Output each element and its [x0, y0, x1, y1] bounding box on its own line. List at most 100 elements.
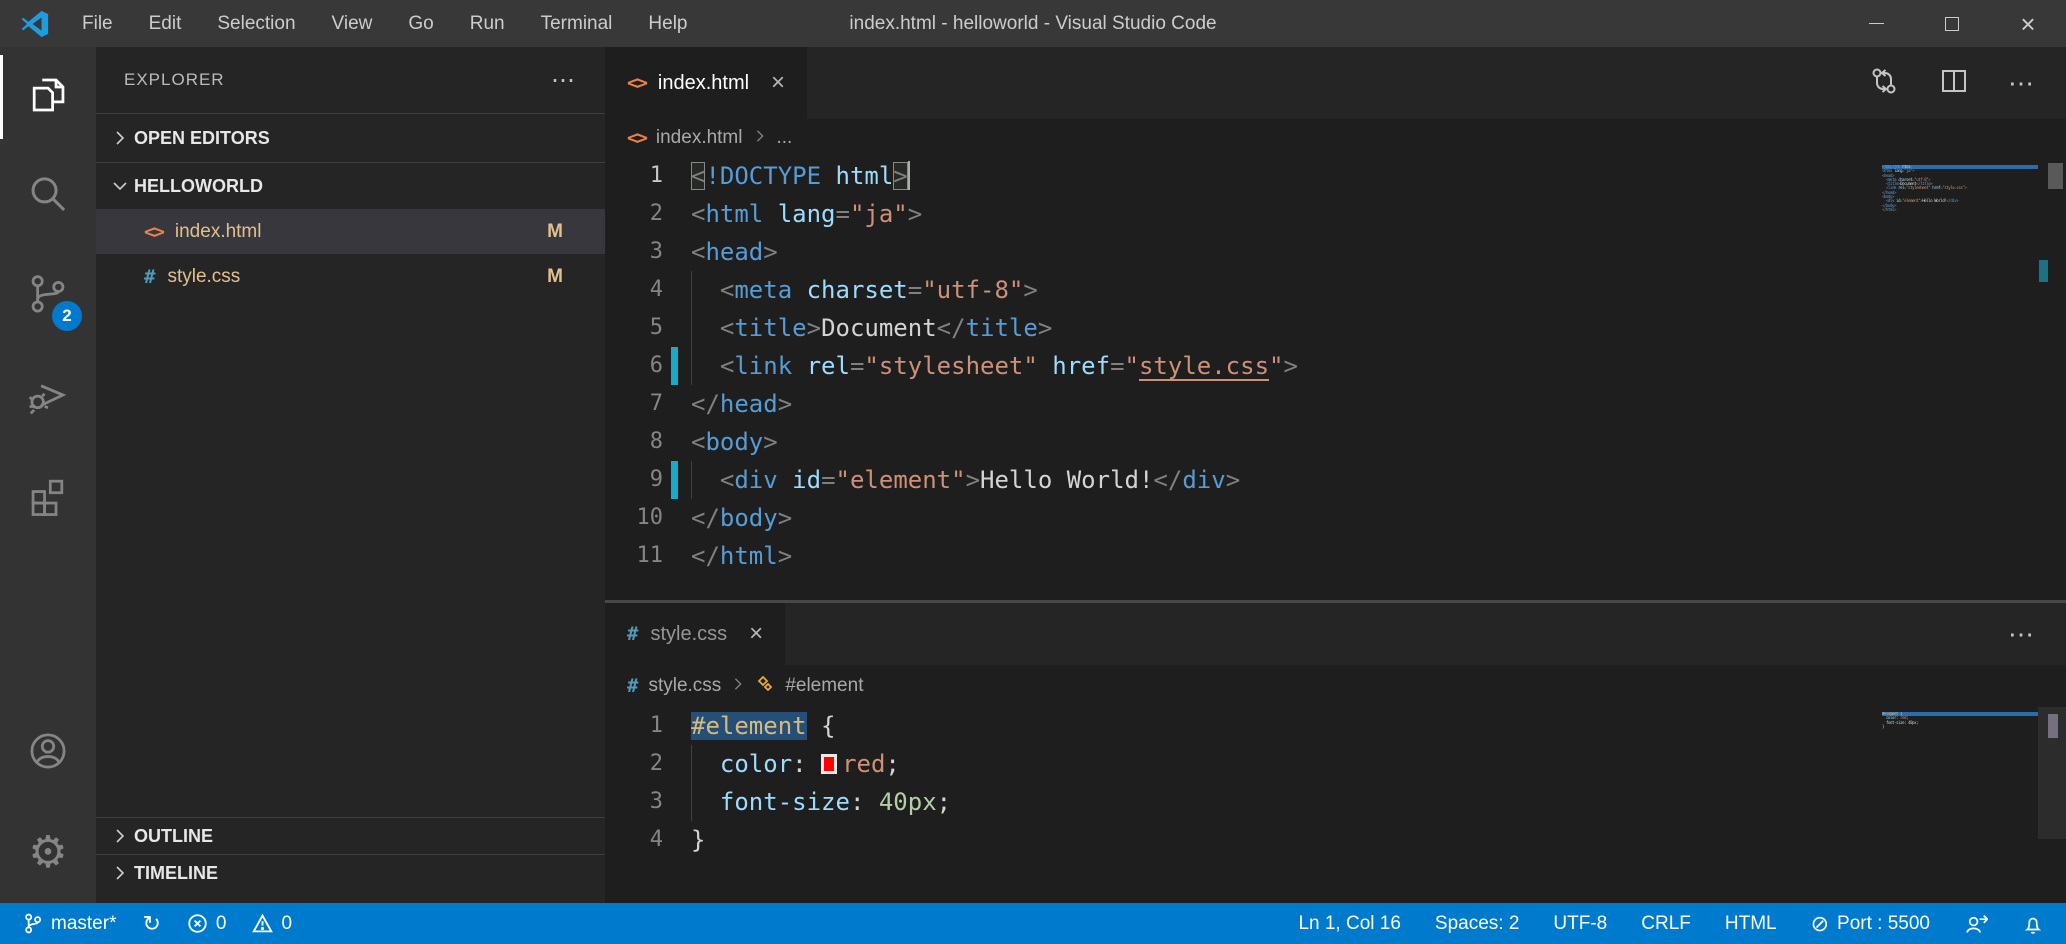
file-row-style-css[interactable]: #style.cssM	[96, 254, 605, 299]
status-eol[interactable]: CRLF	[1641, 913, 1691, 935]
code-line-3[interactable]: 3 font-size: 40px;	[605, 783, 2066, 821]
vscode-logo-icon	[20, 9, 50, 39]
status-git-branch[interactable]: master*	[22, 912, 116, 935]
status-feedback[interactable]	[1964, 913, 1988, 935]
code-line-3[interactable]: 3<head>	[605, 233, 2066, 271]
maximize-button[interactable]	[1914, 0, 1990, 47]
open-changes-icon[interactable]	[1868, 65, 1900, 102]
git-modified-badge: M	[547, 266, 563, 288]
menu-item-file[interactable]: File	[68, 9, 127, 39]
code-line-2[interactable]: 2 color: red;	[605, 745, 2066, 783]
code-line-4[interactable]: 4 <meta charset="utf-8">	[605, 271, 2066, 309]
sidebar-item-search[interactable]	[0, 147, 96, 247]
code-editor-index-html[interactable]: <!DOCTYPE html><html lang="ja"><head> <m…	[605, 157, 2066, 600]
code-editor-style-css[interactable]: #element { color: red; font-size: 40px;}…	[605, 707, 2066, 903]
chevron-right-icon	[106, 865, 134, 881]
close-icon[interactable]: ×	[749, 620, 763, 648]
file-row-index-html[interactable]: <>index.htmlM	[96, 209, 605, 254]
code-line-8[interactable]: 8<body>	[605, 423, 2066, 461]
status-label: HTML	[1725, 913, 1777, 935]
line-number: 1	[605, 157, 663, 195]
code-line-10[interactable]: 10</body>	[605, 499, 2066, 537]
breadcrumb-item-file[interactable]: index.html	[656, 127, 743, 149]
close-icon: ×	[2020, 11, 2035, 37]
breadcrumb-item-symbol[interactable]: ...	[777, 127, 793, 149]
code-line-1[interactable]: 1#element {	[605, 707, 2066, 745]
status-label: master*	[51, 913, 116, 935]
code-text: </html>	[691, 537, 792, 575]
tab-index-html[interactable]: <> index.html ×	[605, 47, 807, 119]
close-icon[interactable]: ×	[771, 69, 785, 97]
gutter-modified-indicator	[671, 783, 678, 821]
code-line-1[interactable]: 1<!DOCTYPE html>	[605, 157, 2066, 195]
html-file-icon: <>	[627, 127, 646, 149]
code-line-6[interactable]: 6 <link rel="stylesheet" href="style.css…	[605, 347, 2066, 385]
breadcrumb-item-symbol[interactable]: #element	[785, 675, 863, 697]
explorer-more-actions-icon[interactable]: ⋯	[551, 66, 577, 95]
status-problems-errors[interactable]: 0	[187, 913, 227, 935]
status-label: UTF-8	[1553, 913, 1607, 935]
menu-item-edit[interactable]: Edit	[135, 9, 196, 39]
chevron-right-icon	[731, 675, 745, 697]
split-editor-icon[interactable]	[1938, 65, 1970, 102]
breadcrumb: <> index.html ...	[605, 119, 2066, 157]
sidebar-item-run-and-debug[interactable]	[0, 347, 96, 447]
close-button[interactable]: ×	[1990, 0, 2066, 47]
chevron-right-icon	[106, 828, 134, 844]
line-number: 3	[605, 783, 663, 821]
file-name: style.css	[167, 266, 240, 288]
menu-item-run[interactable]: Run	[456, 9, 519, 39]
debug-icon	[25, 372, 71, 423]
minimap[interactable]: <!DOCTYPE html><html lang="ja"><head> <m…	[1882, 165, 2038, 212]
status-label: 0	[216, 913, 227, 935]
chevron-right-icon	[753, 127, 767, 149]
status-label: Port : 5500	[1837, 913, 1930, 935]
minimize-button[interactable]	[1838, 0, 1914, 47]
bell-icon	[2022, 913, 2044, 935]
code-line-2[interactable]: 2<html lang="ja">	[605, 195, 2066, 233]
scrollbar-thumb[interactable]	[2048, 714, 2058, 738]
status-indentation[interactable]: Spaces: 2	[1435, 913, 1520, 935]
window-title: index.html - helloworld - Visual Studio …	[849, 13, 1216, 35]
scrollbar-thumb[interactable]	[2048, 163, 2063, 189]
line-number: 2	[605, 195, 663, 233]
sidebar-item-explorer[interactable]	[0, 47, 96, 147]
code-line-5[interactable]: 5 <title>Document</title>	[605, 309, 2066, 347]
code-line-9[interactable]: 9 <div id="element">Hello World!</div>	[605, 461, 2066, 499]
sidebar-item-extensions[interactable]	[0, 447, 96, 547]
status-live-server-port[interactable]: ⊘Port : 5500	[1811, 913, 1930, 935]
status-problems-warnings[interactable]: 0	[252, 913, 292, 935]
overview-ruler-modified-mark	[2039, 260, 2048, 282]
menu-item-go[interactable]: Go	[394, 9, 447, 39]
status-label: Ln 1, Col 16	[1298, 913, 1400, 935]
section-outline[interactable]: OUTLINE	[96, 817, 605, 854]
gutter-modified-indicator	[671, 233, 678, 271]
breadcrumb-item-file[interactable]: style.css	[648, 675, 721, 697]
menu-item-terminal[interactable]: Terminal	[527, 9, 627, 39]
menu-item-view[interactable]: View	[318, 9, 387, 39]
search-icon	[25, 172, 71, 223]
color-swatch-red[interactable]	[821, 754, 837, 774]
menu-item-help[interactable]: Help	[634, 9, 701, 39]
code-line-7[interactable]: 7</head>	[605, 385, 2066, 423]
code-line-11[interactable]: 11</html>	[605, 537, 2066, 575]
status-sync[interactable]: ↻	[142, 913, 160, 935]
status-cursor-position[interactable]: Ln 1, Col 16	[1298, 913, 1400, 935]
sidebar-item-source-control[interactable]: 2	[0, 247, 96, 347]
tab-style-css[interactable]: # style.css ×	[605, 603, 785, 665]
section-folder-helloworld[interactable]: HELLOWORLD	[96, 163, 605, 209]
line-number: 9	[605, 461, 663, 499]
more-actions-icon[interactable]: ⋯	[2008, 68, 2036, 99]
status-notifications[interactable]	[2022, 913, 2044, 935]
tab-bar-top: <> index.html ×	[605, 47, 2066, 119]
status-language-mode[interactable]: HTML	[1725, 913, 1777, 935]
more-actions-icon[interactable]: ⋯	[2008, 619, 2036, 650]
status-encoding[interactable]: UTF-8	[1553, 913, 1607, 935]
section-open-editors[interactable]: OPEN EDITORS	[96, 113, 605, 163]
menu-item-selection[interactable]: Selection	[203, 9, 309, 39]
settings-button[interactable]: ⚙	[0, 803, 96, 903]
code-line-4[interactable]: 4}	[605, 821, 2066, 859]
section-timeline[interactable]: TIMELINE	[96, 854, 605, 891]
accounts-button[interactable]	[0, 703, 96, 803]
minimap[interactable]: #element { color: red; font-size: 40px;}	[1882, 712, 2038, 729]
